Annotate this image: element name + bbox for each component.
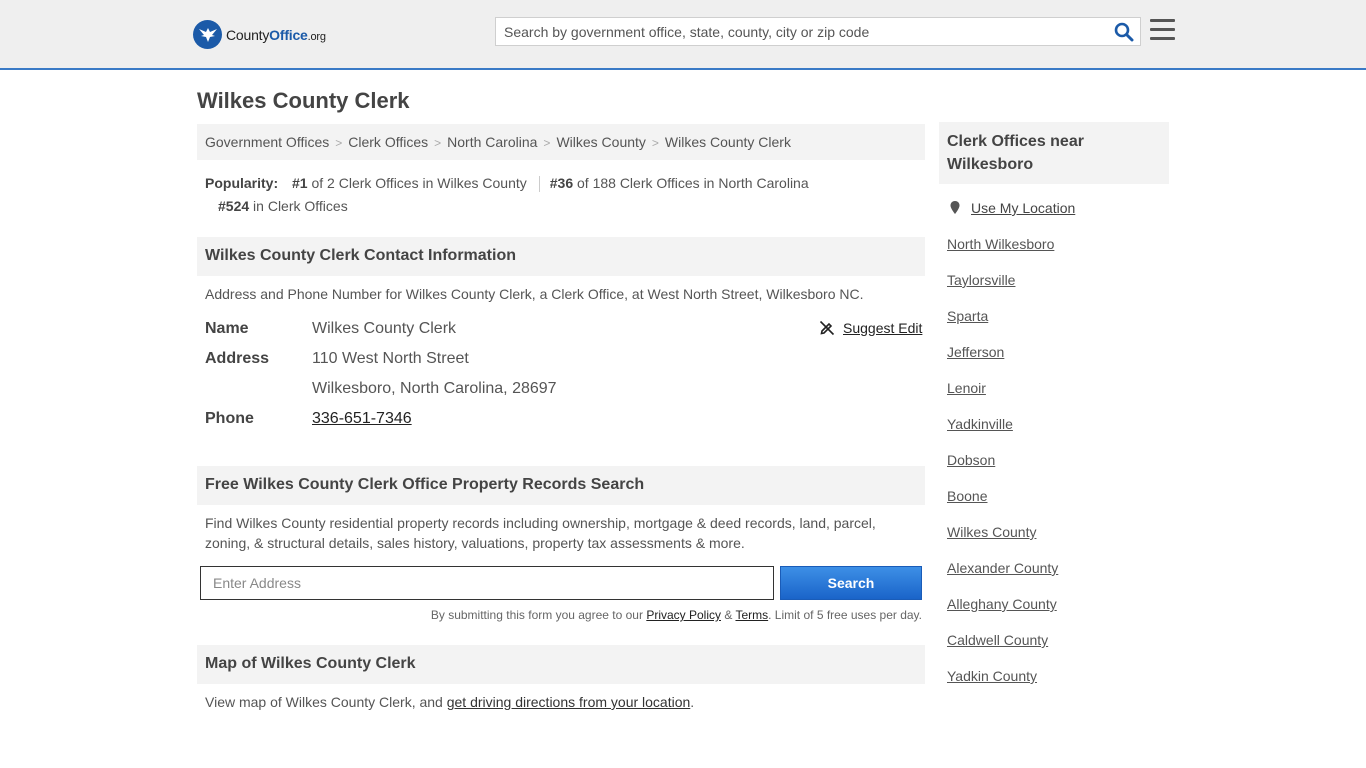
disclaimer-post: . Limit of 5 free uses per day. [768,608,922,622]
phone-label: Phone [205,410,254,427]
sidebar-item-wilkes-county[interactable]: Wilkes County [947,524,1036,540]
sidebar-link[interactable]: Alleghany County [947,596,1057,612]
address-line1: 110 West North Street [312,350,469,367]
sidebar-link[interactable]: Boone [947,488,987,504]
phone-link[interactable]: 336-651-7346 [312,410,412,427]
address-input[interactable] [200,566,774,600]
sidebar-item-north-wilkesboro[interactable]: North Wilkesboro [947,236,1054,252]
menu-bar [1150,28,1175,31]
search-icon[interactable] [1114,22,1134,42]
sidebar-link[interactable]: Jefferson [947,344,1004,360]
breadcrumb-government-offices[interactable]: Government Offices [205,134,329,150]
top-bar: CountyOffice.org [0,0,1366,70]
rank-number: #1 [292,175,308,191]
sidebar-link[interactable]: North Wilkesboro [947,236,1054,252]
property-description: Find Wilkes County residential property … [205,515,876,551]
rank-number: #36 [549,175,574,191]
sidebar-link[interactable]: Wilkes County [947,524,1036,540]
sidebar-link[interactable]: Yadkin County [947,668,1037,684]
property-search-button[interactable]: Search [780,566,922,600]
logo-office: Office [269,26,308,43]
driving-directions-link[interactable]: get driving directions from your locatio… [447,694,691,710]
map-heading: Map of Wilkes County Clerk [197,645,925,684]
address-line2: Wilkesboro, North Carolina, 28697 [312,380,557,397]
disclaimer: By submitting this form you agree to our… [431,608,922,622]
suggest-edit-link[interactable]: Suggest Edit [843,320,922,336]
use-my-location-link[interactable]: Use My Location [971,200,1075,216]
map-pin-icon [950,201,960,214]
sidebar-item-jefferson[interactable]: Jefferson [947,344,1004,360]
rank-text: of 188 Clerk Offices in North Carolina [577,175,809,191]
suggest-edit[interactable]: Suggest Edit [819,320,922,336]
divider [538,176,540,193]
breadcrumb-current: Wilkes County Clerk [664,134,791,150]
contact-heading: Wilkes County Clerk Contact Information [197,237,925,276]
popularity: Popularity: #1 of 2 Clerk Offices in Wil… [205,172,925,218]
sidebar-link[interactable]: Taylorsville [947,272,1015,288]
sidebar-item-alexander-county[interactable]: Alexander County [947,560,1058,576]
menu-bar [1150,19,1175,22]
map-description: View map of Wilkes County Clerk, and get… [205,692,915,712]
logo-county: County [226,26,270,43]
site-search-input[interactable] [496,18,1096,45]
breadcrumb-clerk-offices[interactable]: Clerk Offices [348,134,428,150]
sidebar-item-yadkin-county[interactable]: Yadkin County [947,668,1037,684]
sidebar-link[interactable]: Yadkinville [947,416,1013,432]
edit-off-icon [819,320,835,336]
name-value: Wilkes County Clerk [312,320,457,337]
sidebar-item-boone[interactable]: Boone [947,488,987,504]
sidebar-item-alleghany-county[interactable]: Alleghany County [947,596,1057,612]
sidebar-item-yadkinville[interactable]: Yadkinville [947,416,1013,432]
chevron-right-icon: > [434,136,442,150]
logo-text: CountyOffice.org [226,27,326,43]
sidebar-heading: Clerk Offices near Wilkesboro [939,122,1169,184]
disclaimer-amp: & [721,608,736,622]
privacy-policy-link[interactable]: Privacy Policy [646,608,721,622]
sidebar-link[interactable]: Sparta [947,308,988,324]
sidebar-link[interactable]: Alexander County [947,560,1058,576]
sidebar-item-dobson[interactable]: Dobson [947,452,995,468]
map-description-post: . [690,694,695,710]
logo-tld: .org [307,30,326,43]
sidebar-link[interactable]: Caldwell County [947,632,1048,648]
sidebar-item-taylorsville[interactable]: Taylorsville [947,272,1015,288]
page-title: Wilkes County Clerk [197,88,410,113]
phone-value: 336-651-7346 [312,410,412,428]
map-description-pre: View map of Wilkes County Clerk, and [205,694,447,710]
popularity-label: Popularity: [205,175,279,191]
sidebar-link[interactable]: Lenoir [947,380,986,396]
breadcrumb-north-carolina[interactable]: North Carolina [447,134,537,150]
terms-link[interactable]: Terms [735,608,768,622]
disclaimer-pre: By submitting this form you agree to our [430,608,647,622]
sidebar-item-sparta[interactable]: Sparta [947,308,988,324]
eagle-icon [193,20,222,49]
sidebar-item-lenoir[interactable]: Lenoir [947,380,986,396]
sidebar-item-caldwell-county[interactable]: Caldwell County [947,632,1048,648]
rank-text: in Clerk Offices [253,198,348,214]
menu-bar [1150,37,1175,40]
rank-number: #524 [218,198,250,214]
chevron-right-icon: > [651,136,659,150]
site-search [495,17,1141,46]
popularity-rank-state: #36 of 188 Clerk Offices in North Caroli… [550,172,809,195]
hamburger-menu-icon[interactable] [1150,19,1175,42]
contact-description: Address and Phone Number for Wilkes Coun… [205,286,864,302]
popularity-rank-overall: #524 in Clerk Offices [218,195,348,218]
property-heading: Free Wilkes County Clerk Office Property… [197,466,925,505]
chevron-right-icon: > [543,136,551,150]
chevron-right-icon: > [335,136,343,150]
breadcrumb-wilkes-county[interactable]: Wilkes County [556,134,645,150]
popularity-rank-county: #1 of 2 Clerk Offices in Wilkes County [292,172,527,195]
use-my-location[interactable]: Use My Location [947,200,1075,216]
sidebar-link[interactable]: Dobson [947,452,995,468]
address-label: Address [205,350,270,367]
rank-text: of 2 Clerk Offices in Wilkes County [311,175,527,191]
name-label: Name [205,320,249,337]
breadcrumb: Government Offices > Clerk Offices > North C… [197,124,925,160]
site-logo[interactable]: CountyOffice.org [193,20,326,49]
